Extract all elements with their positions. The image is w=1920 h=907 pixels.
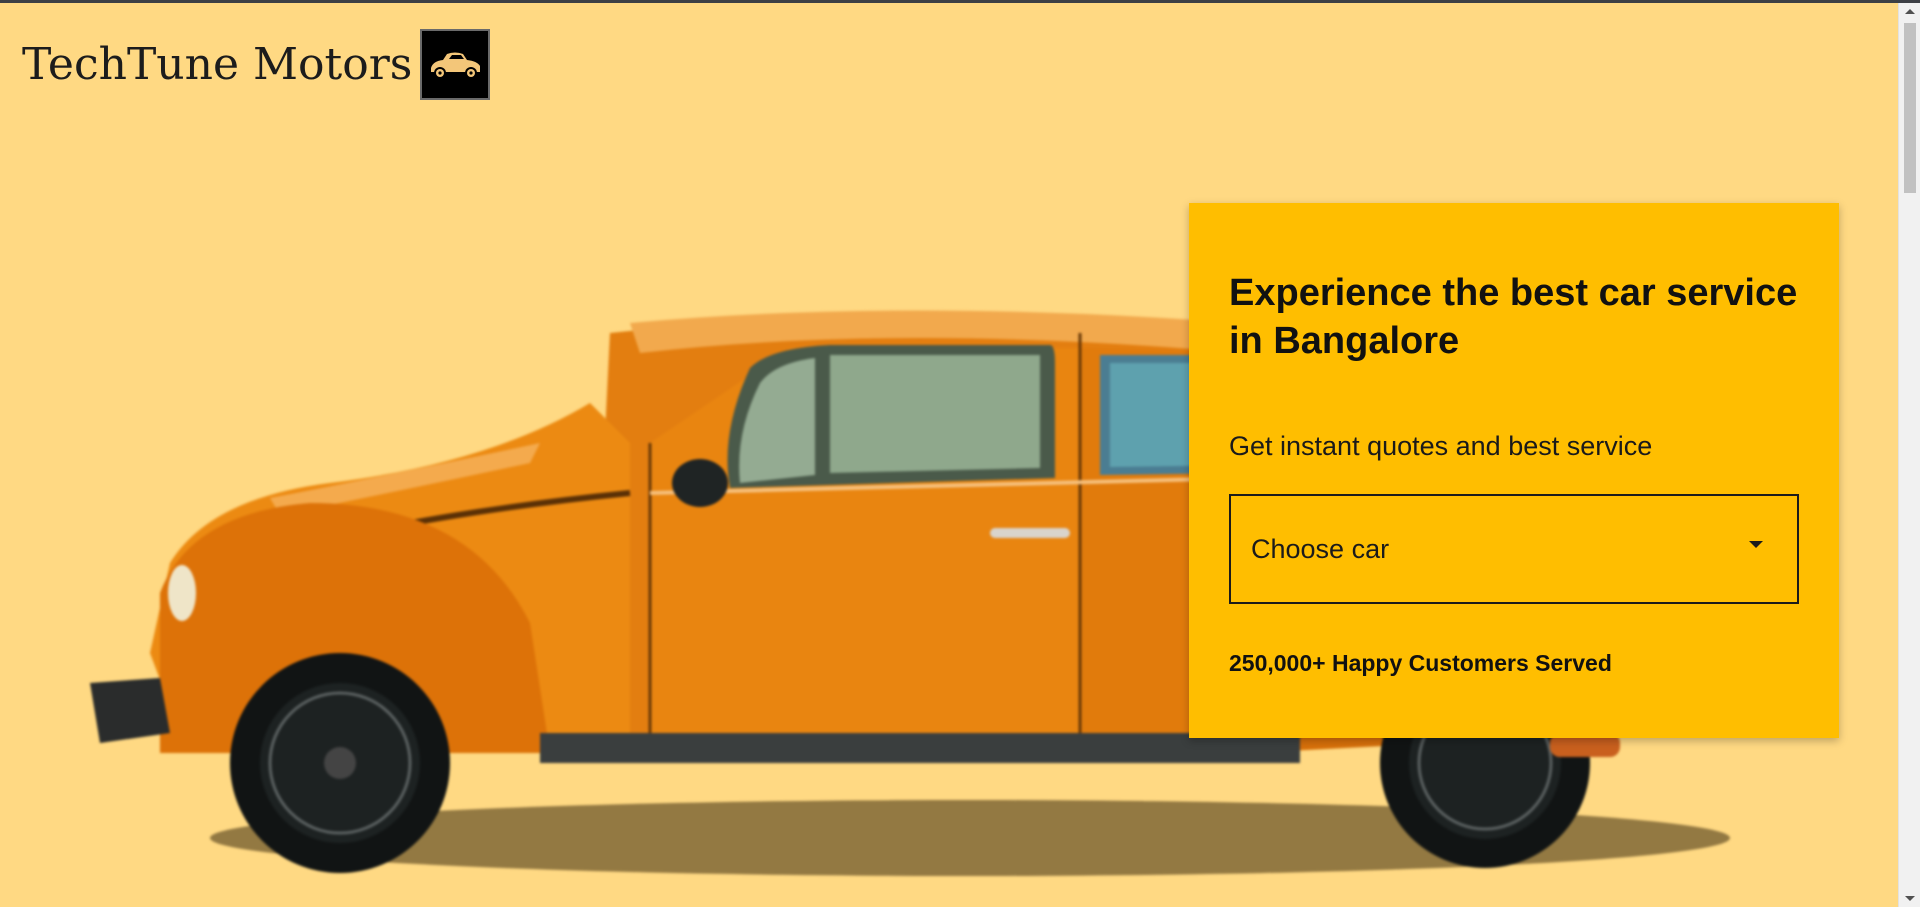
- card-title: Experience the best car service in Banga…: [1229, 272, 1798, 362]
- brand-name: TechTune Motors: [22, 39, 413, 90]
- scroll-down-arrow-icon[interactable]: [1905, 896, 1915, 901]
- choose-car-select[interactable]: Choose car: [1229, 494, 1799, 604]
- card-subtitle: Get instant quotes and best service: [1229, 431, 1653, 461]
- vertical-scrollbar[interactable]: [1898, 3, 1920, 907]
- choose-car-label: Choose car: [1251, 533, 1390, 564]
- happy-customers-stat: 250,000+ Happy Customers Served: [1229, 650, 1612, 676]
- landing-page: TechTune Motors Experience the best car …: [0, 3, 1898, 907]
- scroll-up-arrow-icon[interactable]: [1905, 9, 1915, 14]
- logo[interactable]: TechTune Motors: [22, 29, 491, 100]
- quote-card: Experience the best car service in Banga…: [1189, 203, 1839, 738]
- caret-down-icon: [1749, 540, 1763, 548]
- scrollbar-thumb[interactable]: [1904, 23, 1916, 193]
- car-logo-icon: [420, 29, 491, 100]
